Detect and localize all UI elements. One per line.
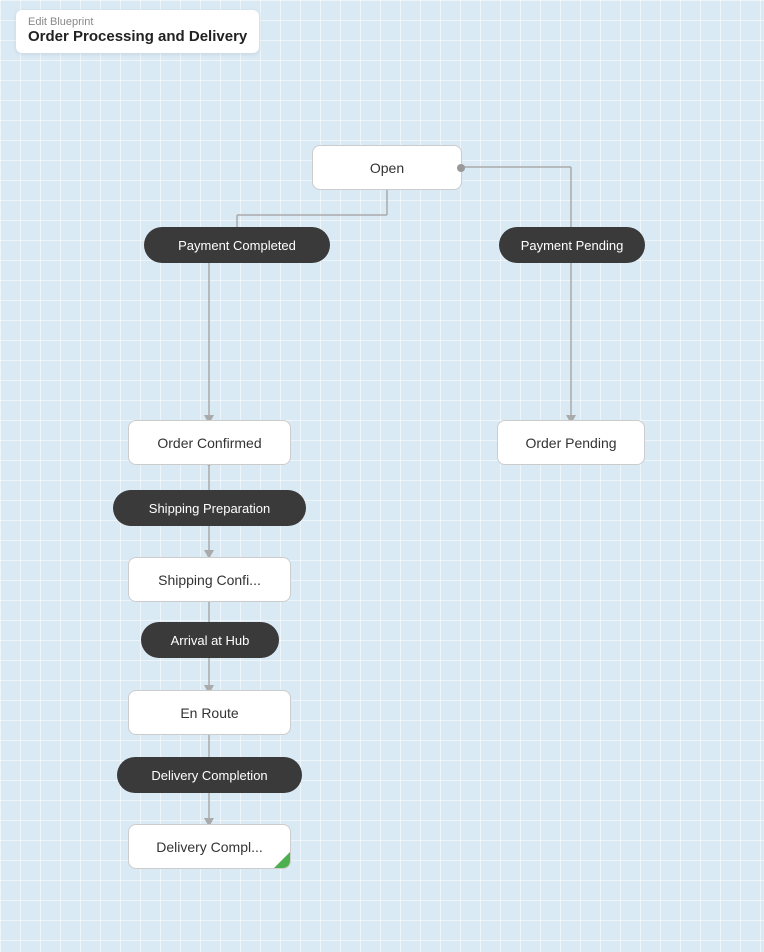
shipping-preparation-node[interactable]: Shipping Preparation <box>113 490 306 526</box>
header-panel: Edit Blueprint Order Processing and Deli… <box>16 10 259 53</box>
payment-completed-node[interactable]: Payment Completed <box>144 227 330 263</box>
en-route-node[interactable]: En Route <box>128 690 291 735</box>
connectors-svg <box>0 0 764 952</box>
header-title: Order Processing and Delivery <box>28 28 247 45</box>
arrival-at-hub-node[interactable]: Arrival at Hub <box>141 622 279 658</box>
green-corner-indicator <box>274 852 290 868</box>
delivery-completion-node[interactable]: Delivery Completion <box>117 757 302 793</box>
open-node[interactable]: Open <box>312 145 462 190</box>
shipping-confirmed-node[interactable]: Shipping Confi... <box>128 557 291 602</box>
payment-pending-node[interactable]: Payment Pending <box>499 227 645 263</box>
delivery-completed-node[interactable]: Delivery Compl... <box>128 824 291 869</box>
blueprint-canvas: Edit Blueprint Order Processing and Deli… <box>0 0 764 952</box>
header-subtitle: Edit Blueprint <box>28 16 247 28</box>
order-pending-node[interactable]: Order Pending <box>497 420 645 465</box>
order-confirmed-node[interactable]: Order Confirmed <box>128 420 291 465</box>
